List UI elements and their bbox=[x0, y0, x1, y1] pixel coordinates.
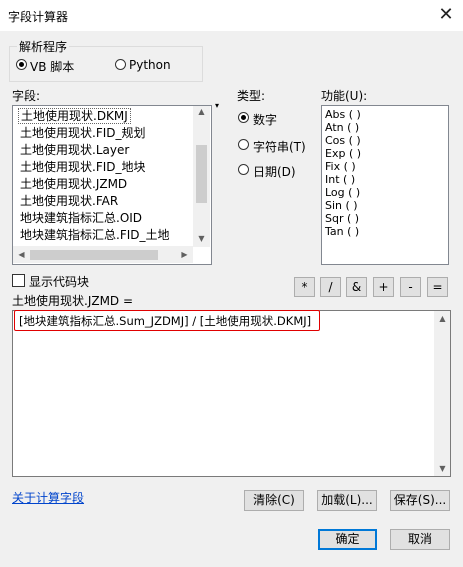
function-item[interactable]: Int ( ) bbox=[325, 173, 355, 186]
radio-type-string[interactable] bbox=[238, 139, 249, 150]
radio-vbscript-label[interactable]: VB 脚本 bbox=[30, 58, 74, 75]
operator-multiply-button[interactable]: * bbox=[294, 277, 315, 297]
function-item[interactable]: Sqr ( ) bbox=[325, 212, 359, 225]
radio-python[interactable] bbox=[115, 59, 126, 70]
expression-textarea[interactable] bbox=[12, 310, 451, 477]
field-item[interactable]: 地块建筑指标汇总.FID_土地 bbox=[20, 227, 170, 244]
window-title: 字段计算器 bbox=[8, 10, 69, 24]
operator-equals-button[interactable]: = bbox=[427, 277, 448, 297]
expression-scroll-up-icon[interactable]: ▲ bbox=[435, 314, 450, 323]
radio-type-number[interactable] bbox=[238, 112, 249, 123]
scroll-down-icon[interactable]: ▼ bbox=[194, 234, 209, 243]
show-codeblock-label[interactable]: 显示代码块 bbox=[29, 273, 89, 290]
radio-type-string-label[interactable]: 字符串(T) bbox=[253, 138, 306, 155]
expression-target-label: 土地使用现状.JZMD = bbox=[12, 294, 134, 308]
operator-minus-button[interactable]: - bbox=[400, 277, 421, 297]
function-item[interactable]: Fix ( ) bbox=[325, 160, 356, 173]
operator-divide-button[interactable]: / bbox=[320, 277, 341, 297]
radio-type-date[interactable] bbox=[238, 164, 249, 175]
function-item[interactable]: Tan ( ) bbox=[325, 225, 359, 238]
function-item[interactable]: Abs ( ) bbox=[325, 108, 361, 121]
functions-listbox[interactable]: Abs ( ) Atn ( ) Cos ( ) Exp ( ) Fix ( ) … bbox=[321, 105, 449, 265]
radio-type-date-label[interactable]: 日期(D) bbox=[253, 163, 296, 180]
save-button[interactable]: 保存(S)... bbox=[390, 490, 450, 511]
field-item[interactable]: 土地使用现状.FID_规划 bbox=[20, 125, 146, 142]
function-item[interactable]: Atn ( ) bbox=[325, 121, 359, 134]
function-item[interactable]: Log ( ) bbox=[325, 186, 360, 199]
radio-type-number-label[interactable]: 数字 bbox=[253, 111, 277, 128]
functions-label: 功能(U): bbox=[321, 89, 368, 103]
field-item[interactable]: 土地使用现状.FAR bbox=[20, 193, 118, 210]
expression-text[interactable]: [地块建筑指标汇总.Sum_JZDMJ] / [土地使用现状.DKMJ] bbox=[19, 313, 311, 329]
cancel-button[interactable]: 取消 bbox=[390, 529, 450, 550]
load-button[interactable]: 加载(L)... bbox=[317, 490, 377, 511]
about-calculate-field-link[interactable]: 关于计算字段 bbox=[12, 489, 84, 506]
clear-button[interactable]: 清除(C) bbox=[244, 490, 304, 511]
field-item[interactable]: 土地使用现状.FID_地块 bbox=[20, 159, 146, 176]
field-item-label: 土地使用现状.DKMJ bbox=[18, 108, 131, 124]
scroll-up-icon[interactable]: ▲ bbox=[194, 107, 209, 116]
operator-ampersand-button[interactable]: & bbox=[346, 277, 367, 297]
scroll-right-icon[interactable]: ▶ bbox=[177, 250, 192, 259]
expression-scroll-down-icon[interactable]: ▼ bbox=[435, 464, 450, 473]
scroll-left-icon[interactable]: ◀ bbox=[14, 250, 29, 259]
fields-scroll-thumb[interactable] bbox=[196, 145, 207, 203]
operator-plus-button[interactable]: + bbox=[373, 277, 394, 297]
expression-scrollbar[interactable] bbox=[434, 311, 450, 476]
parser-legend: 解析程序 bbox=[17, 38, 70, 55]
field-item[interactable]: 土地使用现状.DKMJ bbox=[18, 108, 131, 125]
radio-python-label[interactable]: Python bbox=[129, 58, 171, 72]
function-item[interactable]: Cos ( ) bbox=[325, 134, 361, 147]
ok-button[interactable]: 确定 bbox=[318, 529, 377, 550]
field-item[interactable]: 土地使用现状.JZMD bbox=[20, 176, 127, 193]
function-item[interactable]: Exp ( ) bbox=[325, 147, 361, 160]
field-item[interactable]: 地块建筑指标汇总.OID bbox=[20, 210, 142, 227]
field-item[interactable]: 土地使用现状.Layer bbox=[20, 142, 129, 159]
function-item[interactable]: Sin ( ) bbox=[325, 199, 358, 212]
type-label: 类型: bbox=[237, 89, 266, 103]
fields-label: 字段: bbox=[12, 89, 41, 103]
fields-menu-arrow-icon[interactable]: ▾ bbox=[215, 101, 219, 110]
fields-listbox[interactable]: 土地使用现状.DKMJ 土地使用现状.FID_规划 土地使用现状.Layer 土… bbox=[12, 105, 212, 265]
close-icon[interactable]: ✕ bbox=[436, 4, 456, 26]
fields-hscroll-thumb[interactable] bbox=[30, 250, 158, 260]
radio-vbscript[interactable] bbox=[16, 59, 27, 70]
title-bar bbox=[0, 0, 463, 31]
show-codeblock-checkbox[interactable] bbox=[12, 274, 25, 287]
